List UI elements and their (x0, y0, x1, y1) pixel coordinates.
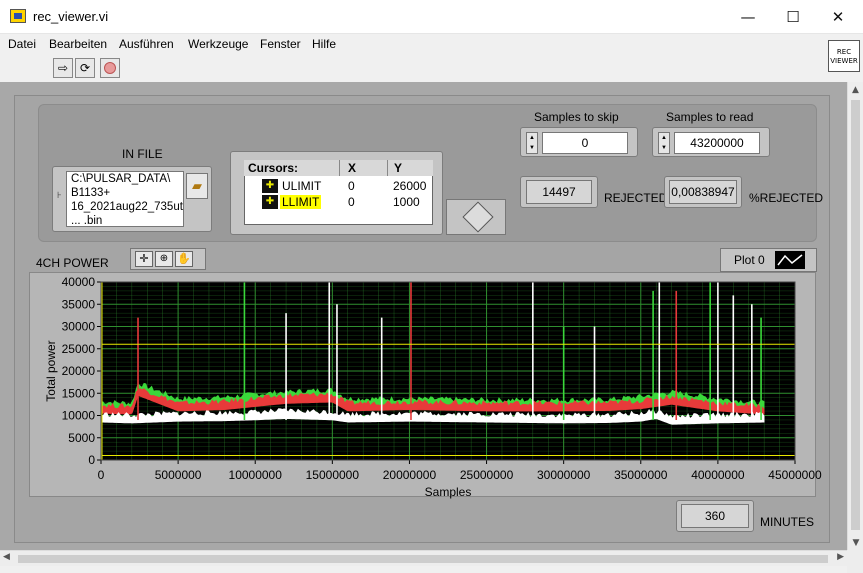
x-tick-label: 10000000 (229, 468, 283, 482)
waveform-graph[interactable]: 0 5000000 10000000 15000000 20000000 25000000… (0, 0, 863, 573)
x-tick-label: 5000000 (155, 468, 202, 482)
horizontal-scrollbar[interactable]: ◀ ▶ (0, 550, 847, 566)
minutes-label: MINUTES (760, 515, 814, 529)
scroll-right-icon[interactable]: ▶ (837, 552, 844, 562)
x-tick-label: 15000000 (306, 468, 360, 482)
x-tick-label: 35000000 (614, 468, 668, 482)
vertical-scrollbar[interactable]: ▲ ▼ (847, 82, 863, 550)
x-tick-label: 20000000 (383, 468, 437, 482)
horizontal-scroll-thumb[interactable] (18, 555, 828, 563)
y-tick-label: 40000 (62, 275, 96, 289)
x-tick-label: 30000000 (537, 468, 591, 482)
scroll-corner (847, 550, 863, 573)
x-tick-label: 0 (98, 468, 105, 482)
scroll-down-icon[interactable]: ▼ (848, 538, 863, 548)
scroll-up-icon[interactable]: ▲ (848, 85, 863, 95)
y-tick-label: 35000 (62, 297, 96, 311)
scroll-left-icon[interactable]: ◀ (3, 552, 10, 562)
y-axis-label: Total power (44, 340, 58, 401)
y-tick-label: 10000 (62, 409, 96, 423)
x-tick-label: 25000000 (460, 468, 514, 482)
vertical-scroll-thumb[interactable] (851, 100, 860, 530)
y-tick-label: 15000 (62, 386, 96, 400)
minutes-value: 360 (681, 504, 749, 528)
x-axis-label: Samples (425, 485, 472, 499)
y-tick-label: 25000 (62, 342, 96, 356)
y-tick-label: 5000 (68, 431, 95, 445)
y-tick-label: 0 (88, 453, 95, 467)
x-tick-label: 40000000 (691, 468, 745, 482)
x-tick-label: 45000000 (768, 468, 822, 482)
y-tick-label: 20000 (62, 364, 96, 378)
y-tick-label: 30000 (62, 320, 96, 334)
status-strip (0, 566, 847, 573)
